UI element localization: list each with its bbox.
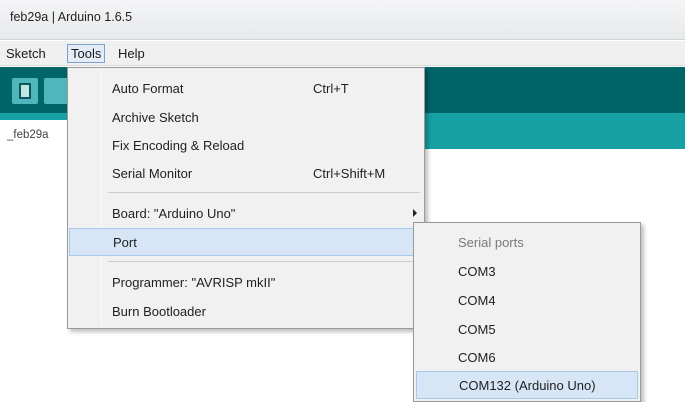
verify-button[interactable] <box>12 78 38 104</box>
menu-item-label: Programmer: "AVRISP mkII" <box>112 275 276 290</box>
port-item-com132[interactable]: COM132 (Arduino Uno) <box>416 371 638 399</box>
port-submenu: Serial ports COM3 COM4 COM5 COM6 COM132 … <box>413 222 641 402</box>
port-item-label: COM5 <box>458 322 496 337</box>
menu-separator <box>108 192 420 193</box>
menu-item-label: Board: "Arduino Uno" <box>112 206 236 221</box>
title-bar: feb29a | Arduino 1.6.5 <box>0 0 685 40</box>
port-item-com3[interactable]: COM3 <box>416 258 638 286</box>
port-item-label: COM6 <box>458 350 496 365</box>
menu-bar: Sketch Tools Help <box>0 41 685 66</box>
submenu-header-serial-ports: Serial ports <box>416 229 638 257</box>
menu-item-programmer[interactable]: Programmer: "AVRISP mkII" <box>69 269 423 297</box>
menu-item-archive-sketch[interactable]: Archive Sketch <box>69 104 423 132</box>
menu-item-shortcut: Ctrl+Shift+M <box>313 166 386 181</box>
menu-separator <box>108 261 420 262</box>
menu-tools[interactable]: Tools <box>67 44 106 63</box>
port-item-label: COM3 <box>458 264 496 279</box>
tools-dropdown: Auto Format Ctrl+T Archive Sketch Fix En… <box>67 67 425 329</box>
menu-sketch[interactable]: Sketch <box>4 45 48 64</box>
port-item-com4[interactable]: COM4 <box>416 287 638 315</box>
port-item-com5[interactable]: COM5 <box>416 316 638 344</box>
menu-item-port[interactable]: Port <box>69 228 423 256</box>
port-item-label: COM132 (Arduino Uno) <box>459 378 596 393</box>
sketch-tab-label: _feb29a <box>7 129 49 141</box>
menu-item-serial-monitor[interactable]: Serial Monitor Ctrl+Shift+M <box>69 160 423 188</box>
menu-item-label: Port <box>113 235 137 250</box>
submenu-arrow-icon <box>413 209 417 217</box>
port-item-com6[interactable]: COM6 <box>416 344 638 372</box>
port-item-label: COM4 <box>458 293 496 308</box>
menu-item-label: Auto Format <box>112 81 184 96</box>
menu-item-label: Serial Monitor <box>112 166 193 181</box>
menu-item-label: Archive Sketch <box>112 110 199 125</box>
menu-item-label: Burn Bootloader <box>112 304 206 319</box>
menu-item-board[interactable]: Board: "Arduino Uno" <box>69 200 423 228</box>
menu-item-label: Fix Encoding & Reload <box>112 138 245 153</box>
menu-help[interactable]: Help <box>116 45 147 64</box>
submenu-header-label: Serial ports <box>458 235 524 250</box>
menu-item-burn-bootloader[interactable]: Burn Bootloader <box>69 298 423 326</box>
document-icon <box>19 83 31 99</box>
menu-item-fix-encoding[interactable]: Fix Encoding & Reload <box>69 132 423 160</box>
menu-item-shortcut: Ctrl+T <box>313 81 349 96</box>
sketch-tab[interactable]: _feb29a <box>0 120 72 149</box>
menu-item-auto-format[interactable]: Auto Format Ctrl+T <box>69 75 423 103</box>
window-title: feb29a | Arduino 1.6.5 <box>10 10 133 24</box>
